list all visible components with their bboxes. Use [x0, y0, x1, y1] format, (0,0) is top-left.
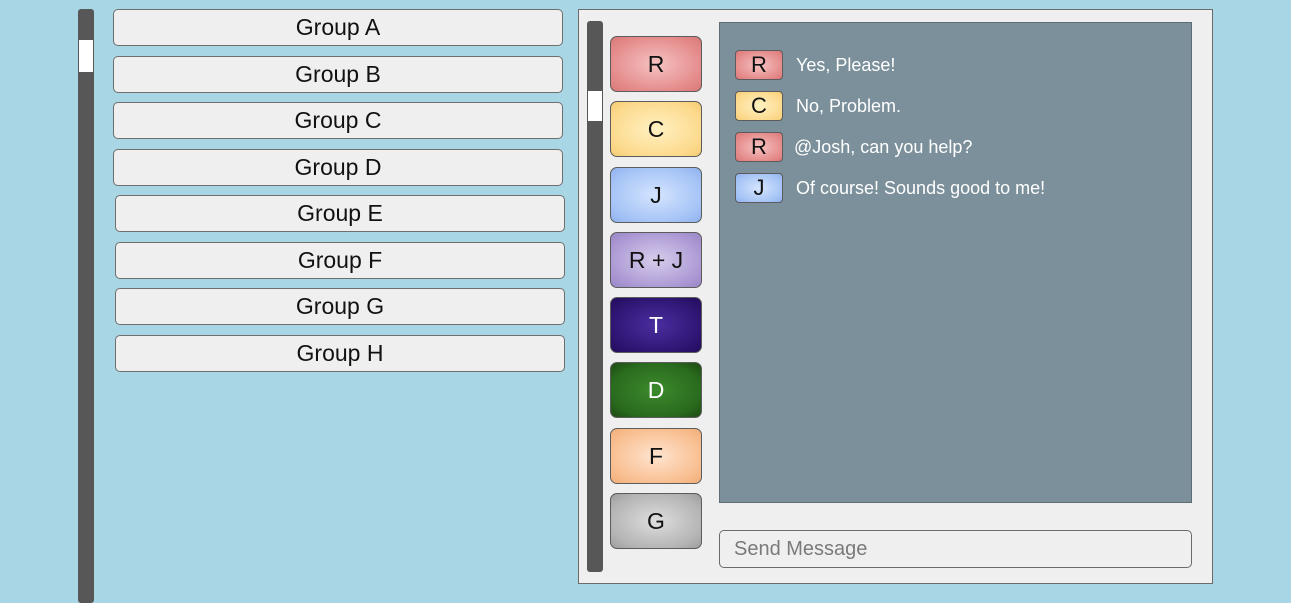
user-button-c[interactable]: C — [610, 101, 702, 158]
group-button-a[interactable]: Group A — [113, 9, 563, 46]
user-button-r-plus-j[interactable]: R + J — [610, 231, 702, 288]
user-button-f[interactable]: F — [610, 427, 702, 484]
user-button-r[interactable]: R — [610, 36, 702, 92]
group-button-h[interactable]: Group H — [115, 334, 565, 372]
message-text: @Josh, can you help? — [794, 136, 973, 157]
sender-badge: J — [735, 173, 783, 203]
chat-panel: R C J R + J T D F G R Yes, Please! C No,… — [578, 9, 1213, 584]
users-scrollbar[interactable] — [587, 21, 603, 572]
group-button-b[interactable]: Group B — [113, 55, 563, 93]
message-text: Yes, Please! — [796, 54, 896, 75]
group-list: Group A Group B Group C Group D Group E … — [113, 9, 565, 381]
message-item: R @Josh, can you help? — [735, 132, 972, 162]
groups-scrollbar-thumb[interactable] — [79, 40, 93, 72]
groups-scrollbar[interactable] — [78, 9, 94, 603]
user-button-j[interactable]: J — [610, 166, 702, 223]
user-list: R C J R + J T D F G — [610, 36, 702, 558]
message-text: Of course! Sounds good to me! — [796, 177, 1046, 198]
send-message-input[interactable] — [719, 530, 1192, 568]
user-button-t[interactable]: T — [610, 297, 702, 354]
sender-badge: R — [735, 132, 783, 162]
sender-badge: R — [735, 50, 783, 80]
group-button-e[interactable]: Group E — [115, 195, 565, 232]
message-text: No, Problem. — [796, 95, 902, 116]
message-item: J Of course! Sounds good to me! — [735, 173, 1045, 203]
group-button-c[interactable]: Group C — [113, 102, 563, 139]
group-button-d[interactable]: Group D — [113, 148, 563, 186]
user-button-d[interactable]: D — [610, 362, 702, 419]
group-button-f[interactable]: Group F — [115, 241, 565, 279]
message-panel: R Yes, Please! C No, Problem. R @Josh, c… — [719, 22, 1192, 503]
user-button-g[interactable]: G — [610, 493, 702, 550]
users-scrollbar-thumb[interactable] — [588, 91, 602, 121]
message-item: R Yes, Please! — [735, 50, 895, 80]
group-button-g[interactable]: Group G — [115, 288, 565, 325]
sender-badge: C — [735, 91, 783, 121]
message-item: C No, Problem. — [735, 91, 901, 121]
